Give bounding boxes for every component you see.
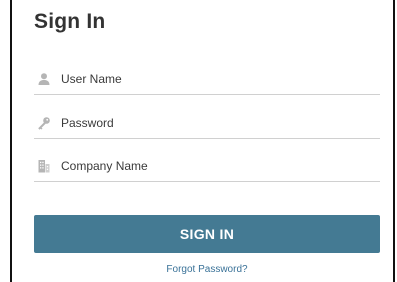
password-field[interactable]	[34, 108, 380, 139]
forgot-password-link[interactable]: Forgot Password?	[34, 264, 380, 275]
username-input[interactable]	[61, 67, 371, 91]
company-field[interactable]	[34, 151, 380, 182]
building-icon	[37, 159, 51, 173]
key-icon	[37, 116, 51, 130]
sign-in-panel: Sign In User Name Company Name SIGN IN F…	[0, 0, 397, 282]
username-field[interactable]	[34, 64, 380, 95]
password-input[interactable]	[61, 111, 371, 135]
company-input[interactable]	[61, 154, 371, 178]
panel-right-border	[393, 0, 395, 282]
sign-in-button[interactable]: SIGN IN	[34, 215, 380, 253]
user-icon	[37, 72, 51, 86]
panel-left-border	[10, 0, 12, 282]
page-title: Sign In	[34, 10, 106, 33]
